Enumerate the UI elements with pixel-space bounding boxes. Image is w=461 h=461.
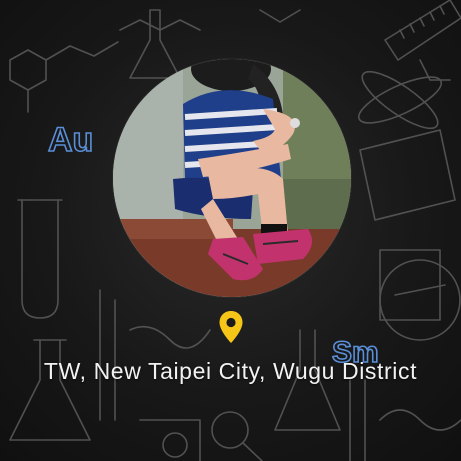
location-label: TW, New Taipei City, Wugu District [43, 358, 418, 384]
svg-text:Au: Au [48, 121, 93, 159]
profile-avatar[interactable] [113, 59, 351, 297]
avatar-photo [113, 59, 351, 297]
profile-screen: Au Sm TW, New Taipei City, Wugu District [0, 0, 461, 461]
map-pin-icon [219, 311, 243, 343]
